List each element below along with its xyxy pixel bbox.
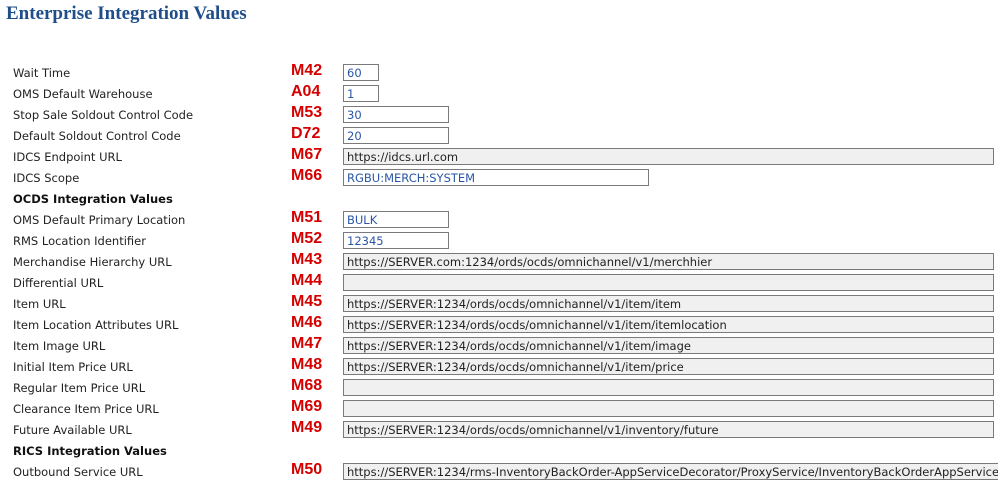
rms-location-identifier-input[interactable] (343, 232, 449, 249)
form-row-clearance-item-price-url: Clearance Item Price URL M69 (0, 397, 998, 418)
oms-default-warehouse-label: OMS Default Warehouse (13, 87, 153, 101)
form-row-merchandise-hierarchy-url: Merchandise Hierarchy URL M43 (0, 250, 998, 271)
form-row-default-soldout-control-code: Default Soldout Control Code D72 (0, 124, 998, 145)
clearance-item-price-url-code: M69 (291, 398, 323, 415)
form-row-wait-time: Wait Time M42 (0, 61, 998, 82)
initial-item-price-url-code: M48 (291, 356, 323, 373)
form-row-regular-item-price-url: Regular Item Price URL M68 (0, 376, 998, 397)
idcs-scope-input[interactable] (343, 169, 649, 186)
merchandise-hierarchy-url-input[interactable] (343, 253, 994, 270)
item-url-input[interactable] (343, 295, 994, 312)
stop-sale-soldout-control-code-label: Stop Sale Soldout Control Code (13, 108, 194, 122)
form-row-oms-default-primary-location: OMS Default Primary Location M51 (0, 208, 998, 229)
item-location-attributes-url-input[interactable] (343, 316, 994, 333)
wait-time-code: M42 (291, 62, 323, 79)
regular-item-price-url-input[interactable] (343, 379, 994, 396)
outbound-service-url-label: Outbound Service URL (13, 465, 143, 479)
future-available-url-input[interactable] (343, 421, 994, 438)
page-title: Enterprise Integration Values (6, 3, 247, 24)
wait-time-label: Wait Time (13, 66, 71, 80)
section-header-ocds-integration-values: OCDS Integration Values (0, 187, 998, 208)
idcs-endpoint-url-code: M67 (291, 146, 323, 163)
future-available-url-label: Future Available URL (13, 423, 132, 437)
differential-url-input[interactable] (343, 274, 994, 291)
section-header-rics-integration-values: RICS Integration Values (0, 439, 998, 460)
initial-item-price-url-label: Initial Item Price URL (13, 360, 133, 374)
rms-location-identifier-code: M52 (291, 230, 323, 247)
rms-location-identifier-label: RMS Location Identifier (13, 234, 146, 248)
form-row-initial-item-price-url: Initial Item Price URL M48 (0, 355, 998, 376)
outbound-service-url-input[interactable] (343, 463, 998, 480)
differential-url-label: Differential URL (13, 276, 104, 290)
oms-default-warehouse-input[interactable] (343, 85, 379, 102)
integration-values-form: Wait Time M42 OMS Default Warehouse A04 Stop… (0, 61, 998, 481)
oms-default-primary-location-label: OMS Default Primary Location (13, 213, 186, 227)
idcs-scope-label: IDCS Scope (13, 171, 80, 185)
default-soldout-control-code-code: D72 (291, 125, 321, 142)
differential-url-code: M44 (291, 272, 323, 289)
item-location-attributes-url-label: Item Location Attributes URL (13, 318, 179, 332)
item-location-attributes-url-code: M46 (291, 314, 323, 331)
idcs-endpoint-url-input[interactable] (343, 148, 994, 165)
merchandise-hierarchy-url-label: Merchandise Hierarchy URL (13, 255, 172, 269)
item-image-url-label: Item Image URL (13, 339, 106, 353)
form-row-idcs-scope: IDCS Scope M66 (0, 166, 998, 187)
form-row-oms-default-warehouse: OMS Default Warehouse A04 (0, 82, 998, 103)
item-url-code: M45 (291, 293, 323, 310)
default-soldout-control-code-label: Default Soldout Control Code (13, 129, 181, 143)
form-row-rms-location-identifier: RMS Location Identifier M52 (0, 229, 998, 250)
idcs-endpoint-url-label: IDCS Endpoint URL (13, 150, 122, 164)
form-row-stop-sale-soldout-control-code: Stop Sale Soldout Control Code M53 (0, 103, 998, 124)
form-row-outbound-service-url: Outbound Service URL M50 (0, 460, 998, 481)
oms-default-primary-location-input[interactable] (343, 211, 449, 228)
oms-default-warehouse-code: A04 (291, 83, 321, 100)
ocds-integration-values-heading: OCDS Integration Values (13, 192, 173, 206)
item-image-url-input[interactable] (343, 337, 994, 354)
oms-default-primary-location-code: M51 (291, 209, 323, 226)
clearance-item-price-url-label: Clearance Item Price URL (13, 402, 159, 416)
clearance-item-price-url-input[interactable] (343, 400, 994, 417)
default-soldout-control-code-input[interactable] (343, 127, 449, 144)
future-available-url-code: M49 (291, 419, 323, 436)
form-row-idcs-endpoint-url: IDCS Endpoint URL M67 (0, 145, 998, 166)
item-image-url-code: M47 (291, 335, 323, 352)
idcs-scope-code: M66 (291, 167, 323, 184)
regular-item-price-url-code: M68 (291, 377, 323, 394)
initial-item-price-url-input[interactable] (343, 358, 994, 375)
form-row-item-url: Item URL M45 (0, 292, 998, 313)
outbound-service-url-code: M50 (291, 461, 323, 478)
stop-sale-soldout-control-code-code: M53 (291, 104, 323, 121)
form-row-differential-url: Differential URL M44 (0, 271, 998, 292)
rics-integration-values-heading: RICS Integration Values (13, 444, 167, 458)
regular-item-price-url-label: Regular Item Price URL (13, 381, 146, 395)
item-url-label: Item URL (13, 297, 66, 311)
form-row-item-location-attributes-url: Item Location Attributes URL M46 (0, 313, 998, 334)
stop-sale-soldout-control-code-input[interactable] (343, 106, 449, 123)
form-row-item-image-url: Item Image URL M47 (0, 334, 998, 355)
form-row-future-available-url: Future Available URL M49 (0, 418, 998, 439)
merchandise-hierarchy-url-code: M43 (291, 251, 323, 268)
wait-time-input[interactable] (343, 64, 379, 81)
